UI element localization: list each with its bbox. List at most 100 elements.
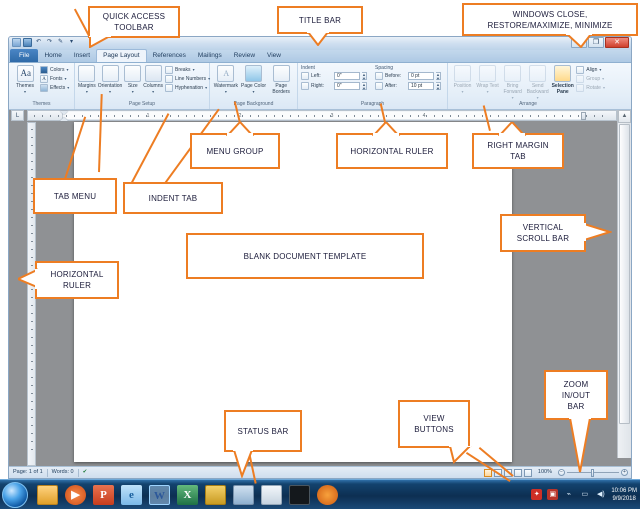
margins-button[interactable]: Margins ▾ [78, 65, 96, 94]
chevron-down-icon[interactable]: ▾ [66, 68, 68, 72]
align-button[interactable]: Align ▾ [576, 66, 605, 74]
chevron-down-icon[interactable]: ▾ [537, 96, 539, 100]
scroll-up-arrow-icon[interactable]: ▲ [618, 110, 631, 123]
zoom-out-button[interactable]: − [558, 469, 565, 476]
cmd-icon[interactable] [289, 484, 310, 505]
clock[interactable]: 10:06 PM 9/9/2018 [611, 487, 637, 503]
tab-mailings[interactable]: Mailings [192, 50, 228, 62]
internet-explorer-icon[interactable]: e [121, 484, 142, 505]
start-button[interactable] [2, 481, 28, 508]
tab-view[interactable]: View [261, 50, 287, 62]
size-button[interactable]: Size ▾ [124, 65, 142, 94]
document-icon[interactable] [233, 484, 254, 505]
orientation-button[interactable]: Orientation ▾ [98, 65, 122, 94]
view-button-draft[interactable] [523, 468, 532, 477]
paint-icon[interactable] [205, 484, 226, 505]
hyphenation-button[interactable]: Hyphenation ▾ [165, 84, 210, 92]
spacing-after-value[interactable]: 10 pt [408, 82, 434, 90]
proofing-errors-icon[interactable]: ✔ [79, 467, 92, 478]
chevron-down-icon[interactable]: ▾ [24, 90, 26, 94]
indent-right-field[interactable]: Right: 0" ▲ ▼ [301, 82, 367, 91]
vertical-scroll-bar[interactable]: ▲ [617, 110, 631, 458]
chevron-down-icon[interactable]: ▾ [225, 90, 227, 94]
chevron-down-icon[interactable]: ▾ [109, 90, 111, 94]
view-button-outline[interactable] [513, 468, 522, 477]
customize-qat-icon[interactable]: ▾ [67, 38, 76, 47]
indent-left-value[interactable]: 0" [334, 72, 360, 80]
zoom-level-label[interactable]: 100% [534, 467, 556, 478]
hanging-indent-marker[interactable] [60, 117, 68, 121]
horizontal-ruler[interactable]: 1 2 3 4 [27, 110, 617, 121]
save-icon[interactable] [23, 38, 32, 47]
tab-review[interactable]: Review [228, 50, 261, 62]
chevron-down-icon[interactable]: ▾ [86, 90, 88, 94]
chevron-down-icon[interactable]: ▾ [152, 90, 154, 94]
chevron-down-icon[interactable]: ▾ [512, 96, 514, 100]
chevron-down-icon[interactable]: ▾ [487, 90, 489, 94]
theme-effects-button[interactable]: Effects ▾ [40, 84, 69, 92]
theme-colors-button[interactable]: Colors ▾ [40, 66, 69, 74]
send-backward-button[interactable]: Send Backward ▾ [526, 65, 549, 100]
tab-insert[interactable]: Insert [68, 50, 96, 62]
spacing-after-stepper[interactable]: ▲ ▼ [436, 82, 441, 91]
devices-icon[interactable]: ⌁ [563, 489, 574, 500]
theme-fonts-button[interactable]: A Fonts ▾ [40, 75, 69, 83]
indent-right-stepper[interactable]: ▲ ▼ [362, 82, 367, 91]
tab-page-layout[interactable]: Page Layout [96, 49, 147, 62]
tab-home[interactable]: Home [38, 50, 67, 62]
chevron-down-icon[interactable]: ▾ [603, 86, 605, 90]
volume-icon[interactable]: ◀) [595, 489, 606, 500]
security-icon[interactable]: ▣ [547, 489, 559, 500]
word-count-label[interactable]: Words: 0 [48, 467, 78, 478]
indent-left-field[interactable]: Left: 0" ▲ ▼ [301, 72, 367, 81]
chevron-down-icon[interactable]: ▾ [67, 86, 69, 90]
status-bar[interactable]: Page: 1 of 1 Words: 0 ✔ 100% − + [9, 466, 631, 478]
tab-references[interactable]: References [147, 50, 192, 62]
rotate-button[interactable]: Rotate ▾ [576, 84, 605, 92]
chevron-down-icon[interactable]: ▾ [205, 86, 207, 90]
redo-icon[interactable]: ↷ [45, 38, 54, 47]
spacing-before-field[interactable]: Before: 0 pt ▲ ▼ [375, 72, 441, 81]
network-icon[interactable]: ▭ [579, 489, 590, 500]
print-preview-icon[interactable]: ✎ [56, 38, 65, 47]
word-icon[interactable] [12, 38, 21, 47]
chevron-down-icon[interactable]: ▾ [462, 90, 464, 94]
line-numbers-button[interactable]: Line Numbers ▾ [165, 75, 210, 83]
excel-icon[interactable]: X [177, 484, 198, 505]
group-button[interactable]: Group ▾ [576, 75, 605, 83]
page-count-label[interactable]: Page: 1 of 1 [9, 467, 47, 478]
vertical-scroll-thumb[interactable] [619, 124, 630, 424]
chevron-down-icon[interactable]: ▾ [602, 77, 604, 81]
spacing-before-stepper[interactable]: ▲ ▼ [436, 72, 441, 81]
windows-explorer-icon[interactable] [37, 484, 58, 505]
ribbon-tab-strip[interactable]: File Home Insert Page Layout References … [9, 49, 631, 63]
breaks-button[interactable]: Breaks ▾ [165, 66, 210, 74]
page-borders-button[interactable]: Page Borders [268, 65, 294, 95]
chevron-down-icon[interactable]: ▾ [65, 77, 67, 81]
indent-left-stepper[interactable]: ▲ ▼ [362, 72, 367, 81]
notepad-icon[interactable] [261, 484, 282, 505]
tab-file[interactable]: File [10, 49, 39, 62]
selection-pane-button[interactable]: Selection Pane [551, 65, 574, 95]
position-button[interactable]: Position ▾ [451, 65, 474, 94]
page-color-button[interactable]: Page Color ▾ [241, 65, 267, 94]
close-button[interactable]: ✕ [605, 37, 629, 48]
columns-button[interactable]: Columns ▾ [143, 65, 163, 94]
quick-access-toolbar[interactable]: ↶ ↷ ✎ ▾ [12, 38, 76, 47]
chevron-down-icon[interactable]: ▾ [193, 68, 195, 72]
zoom-in-button[interactable]: + [621, 469, 628, 476]
word-icon[interactable]: W [149, 484, 170, 505]
spacing-before-value[interactable]: 0 pt [408, 72, 434, 80]
bring-forward-button[interactable]: Bring Forward ▾ [501, 65, 524, 100]
tab-selector-button[interactable]: L [11, 110, 24, 121]
firefox-icon[interactable] [317, 484, 338, 505]
chevron-down-icon[interactable]: ▾ [253, 90, 255, 94]
powerpoint-icon[interactable]: P [93, 484, 114, 505]
undo-icon[interactable]: ↶ [34, 38, 43, 47]
indent-right-value[interactable]: 0" [334, 82, 360, 90]
wrap-text-button[interactable]: Wrap Text ▾ [476, 65, 499, 94]
themes-button[interactable]: Aa Themes ▾ [12, 65, 38, 94]
chevron-down-icon[interactable]: ▾ [132, 90, 134, 94]
media-player-icon[interactable]: ▶ [65, 484, 86, 505]
watermark-button[interactable]: A Watermark ▾ [213, 65, 239, 94]
